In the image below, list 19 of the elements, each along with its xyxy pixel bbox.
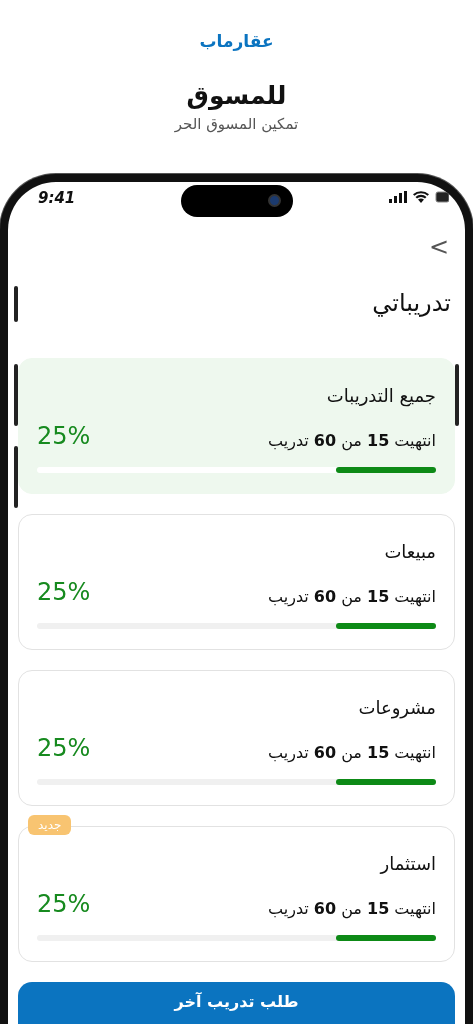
new-badge: جديد [28, 815, 72, 835]
signal-icon [389, 191, 407, 203]
training-name: استثمار [378, 852, 436, 876]
training-name: مشروعات [357, 696, 436, 721]
back-button[interactable]: > [426, 234, 451, 260]
brand-logo: عقارماب [199, 30, 274, 52]
progress-percent: 25% [37, 577, 91, 607]
tagline: تمكين المسوق الحر [174, 114, 299, 134]
training-name: جميع التدريبات [325, 384, 436, 409]
progress-percent: 25% [37, 733, 91, 763]
progress-percent: 25% [37, 421, 91, 451]
training-name: مبيعات [383, 540, 436, 564]
request-training-button[interactable]: طلب تدريب آخر [18, 982, 455, 1024]
progress-percent: 25% [37, 889, 91, 919]
status-time: 9:41 [38, 188, 76, 208]
screen-title: تدريباتي [371, 288, 451, 318]
headline: للمسوق [186, 80, 287, 112]
wifi-icon [413, 191, 429, 203]
battery-icon [435, 191, 449, 203]
